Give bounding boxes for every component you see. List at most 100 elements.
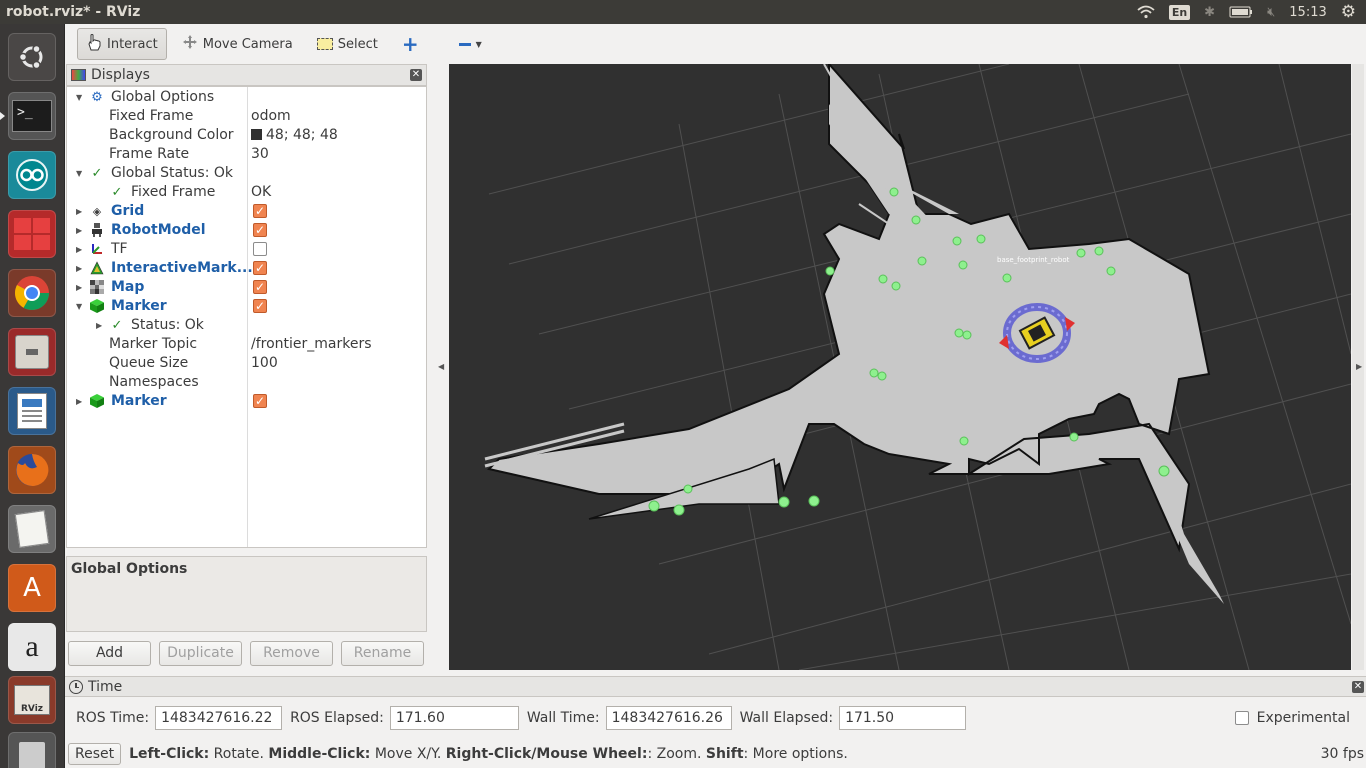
collapse-left-panel-icon[interactable]: ◀ — [438, 362, 444, 371]
map-render[interactable]: base_footprint_robot — [449, 64, 1351, 670]
rviz-launcher[interactable]: RViz — [8, 676, 56, 724]
tree-row-background-color[interactable]: Background Color 48; 48; 48 — [67, 126, 426, 145]
tree-row-interactive-markers[interactable]: ▶ InteractiveMark... — [67, 259, 426, 278]
enable-checkbox[interactable] — [253, 297, 267, 316]
move-camera-tool-button[interactable]: Move Camera — [173, 28, 302, 60]
files-launcher[interactable] — [8, 328, 56, 376]
keyboard-layout-indicator[interactable]: En — [1168, 4, 1191, 20]
firefox-launcher[interactable] — [8, 446, 56, 494]
shopping-bag-icon: A — [23, 573, 41, 603]
expand-arrow-icon[interactable]: ▶ — [76, 278, 86, 297]
experimental-option[interactable]: Experimental — [1234, 710, 1350, 726]
tree-label: Map — [111, 279, 145, 295]
select-tool-button[interactable]: Select — [308, 28, 387, 60]
trash-icon — [19, 742, 45, 768]
wall-time-field[interactable]: 1483427616.26 — [605, 706, 732, 730]
tree-row-robotmodel[interactable]: ▶ RobotModel — [67, 221, 426, 240]
tree-row-tf[interactable]: ▶ TF — [67, 240, 426, 259]
tree-label: Namespaces — [109, 374, 199, 390]
enable-checkbox[interactable] — [253, 278, 267, 297]
tree-row-marker-2[interactable]: ▶ Marker — [67, 392, 426, 411]
tree-row-marker[interactable]: ▼ Marker — [67, 297, 426, 316]
remove-display-button[interactable]: Remove — [250, 641, 333, 666]
queue-size-value[interactable]: 100 — [251, 354, 278, 373]
workspace-switcher-launcher[interactable] — [8, 210, 56, 258]
duplicate-display-button[interactable]: Duplicate — [159, 641, 242, 666]
add-tool-button[interactable]: + — [393, 28, 428, 60]
move-camera-icon — [182, 34, 198, 54]
expand-arrow-icon[interactable]: ▶ — [76, 202, 86, 221]
wifi-icon[interactable] — [1137, 5, 1155, 19]
interactive-marker-icon — [89, 260, 105, 276]
tree-row-grid[interactable]: ▶ ◈ Grid — [67, 202, 426, 221]
ros-time-field[interactable]: 1483427616.22 — [155, 706, 283, 730]
enable-checkbox[interactable] — [253, 392, 267, 411]
clock[interactable]: 15:13 — [1289, 5, 1326, 20]
amazon-launcher[interactable]: a — [8, 623, 56, 671]
bluetooth-icon[interactable]: ✱ — [1204, 5, 1215, 20]
remove-tool-button[interactable]: ▼ — [450, 28, 491, 60]
tree-label: Fixed Frame — [131, 184, 216, 200]
experimental-checkbox[interactable] — [1234, 711, 1249, 725]
gear-icon[interactable]: ⚙ — [1341, 2, 1356, 22]
tree-row-global-options[interactable]: ▼ ⚙ Global Options — [67, 88, 426, 107]
tree-row-marker-topic[interactable]: Marker Topic /frontier_markers — [67, 335, 426, 354]
volume-muted-icon[interactable]: 🔇︎ — [1267, 5, 1275, 20]
tree-label: Status: Ok — [131, 317, 204, 333]
render-3d-view[interactable]: base_footprint_robot — [449, 64, 1351, 670]
close-icon[interactable]: ✕ — [1352, 681, 1364, 693]
text-editor-icon — [14, 510, 50, 548]
expand-arrow-icon[interactable]: ▶ — [96, 316, 106, 335]
expand-arrow-icon[interactable]: ▶ — [76, 240, 86, 259]
tree-row-queue-size[interactable]: Queue Size 100 — [67, 354, 426, 373]
enable-checkbox[interactable] — [253, 259, 267, 278]
expand-arrow-icon[interactable]: ▶ — [76, 221, 86, 240]
text-editor-launcher[interactable] — [8, 505, 56, 553]
collapse-right-panel-icon[interactable]: ▶ — [1356, 362, 1362, 371]
arduino-launcher[interactable] — [8, 151, 56, 199]
tree-row-global-status[interactable]: ▼ ✓ Global Status: Ok — [67, 164, 426, 183]
tree-row-fixed-frame[interactable]: Fixed Frame odom — [67, 107, 426, 126]
tree-row-marker-status[interactable]: ▶ ✓ Status: Ok — [67, 316, 426, 335]
frame-rate-value[interactable]: 30 — [251, 145, 269, 164]
marker-topic-value[interactable]: /frontier_markers — [251, 335, 372, 354]
displays-panel: Displays ✕ ▼ ⚙ Global Options Fixed Fram… — [65, 64, 428, 669]
workspaces-icon — [14, 218, 50, 250]
enable-checkbox[interactable] — [253, 221, 267, 240]
enable-checkbox[interactable] — [253, 242, 267, 256]
software-center-launcher[interactable]: A — [8, 564, 56, 612]
libreoffice-writer-launcher[interactable] — [8, 387, 56, 435]
add-display-button[interactable]: Add — [68, 641, 151, 666]
tree-row-frame-rate[interactable]: Frame Rate 30 — [67, 145, 426, 164]
displays-buttons: Add Duplicate Remove Rename — [68, 641, 424, 666]
robot-icon — [89, 222, 105, 238]
wall-elapsed-field[interactable]: 171.50 — [839, 706, 967, 730]
collapse-arrow-icon[interactable]: ▼ — [76, 297, 86, 316]
tree-row-fixed-frame-status[interactable]: ✓ Fixed Frame OK — [67, 183, 426, 202]
expand-arrow-icon[interactable]: ▶ — [76, 259, 86, 278]
ubuntu-dash-button[interactable] — [8, 33, 56, 81]
tree-row-map[interactable]: ▶ Map — [67, 278, 426, 297]
reset-button[interactable]: Reset — [68, 743, 122, 765]
collapse-arrow-icon[interactable]: ▼ — [76, 164, 86, 183]
expand-arrow-icon[interactable]: ▶ — [76, 392, 86, 411]
collapse-arrow-icon[interactable]: ▼ — [76, 88, 86, 107]
tree-label: InteractiveMark... — [111, 260, 253, 276]
launcher: >_ A a RViz — [0, 24, 65, 768]
close-icon[interactable]: ✕ — [410, 69, 422, 81]
move-camera-label: Move Camera — [202, 36, 293, 52]
ros-elapsed-field[interactable]: 171.60 — [389, 706, 519, 730]
time-fields: ROS Time: 1483427616.22 ROS Elapsed: 171… — [65, 705, 1366, 731]
trash-launcher[interactable] — [8, 732, 56, 768]
enable-checkbox[interactable] — [253, 202, 267, 221]
background-color-value[interactable]: 48; 48; 48 — [251, 126, 338, 145]
chrome-launcher[interactable] — [8, 269, 56, 317]
fixed-frame-value[interactable]: odom — [251, 107, 291, 126]
description-title: Global Options — [71, 561, 188, 577]
time-panel: Time ✕ ROS Time: 1483427616.22 ROS Elaps… — [65, 676, 1366, 740]
tree-row-namespaces[interactable]: Namespaces — [67, 373, 426, 392]
rename-display-button[interactable]: Rename — [341, 641, 424, 666]
battery-icon[interactable] — [1229, 6, 1253, 18]
terminal-launcher[interactable]: >_ — [0, 92, 56, 140]
interact-tool-button[interactable]: Interact — [77, 28, 167, 60]
